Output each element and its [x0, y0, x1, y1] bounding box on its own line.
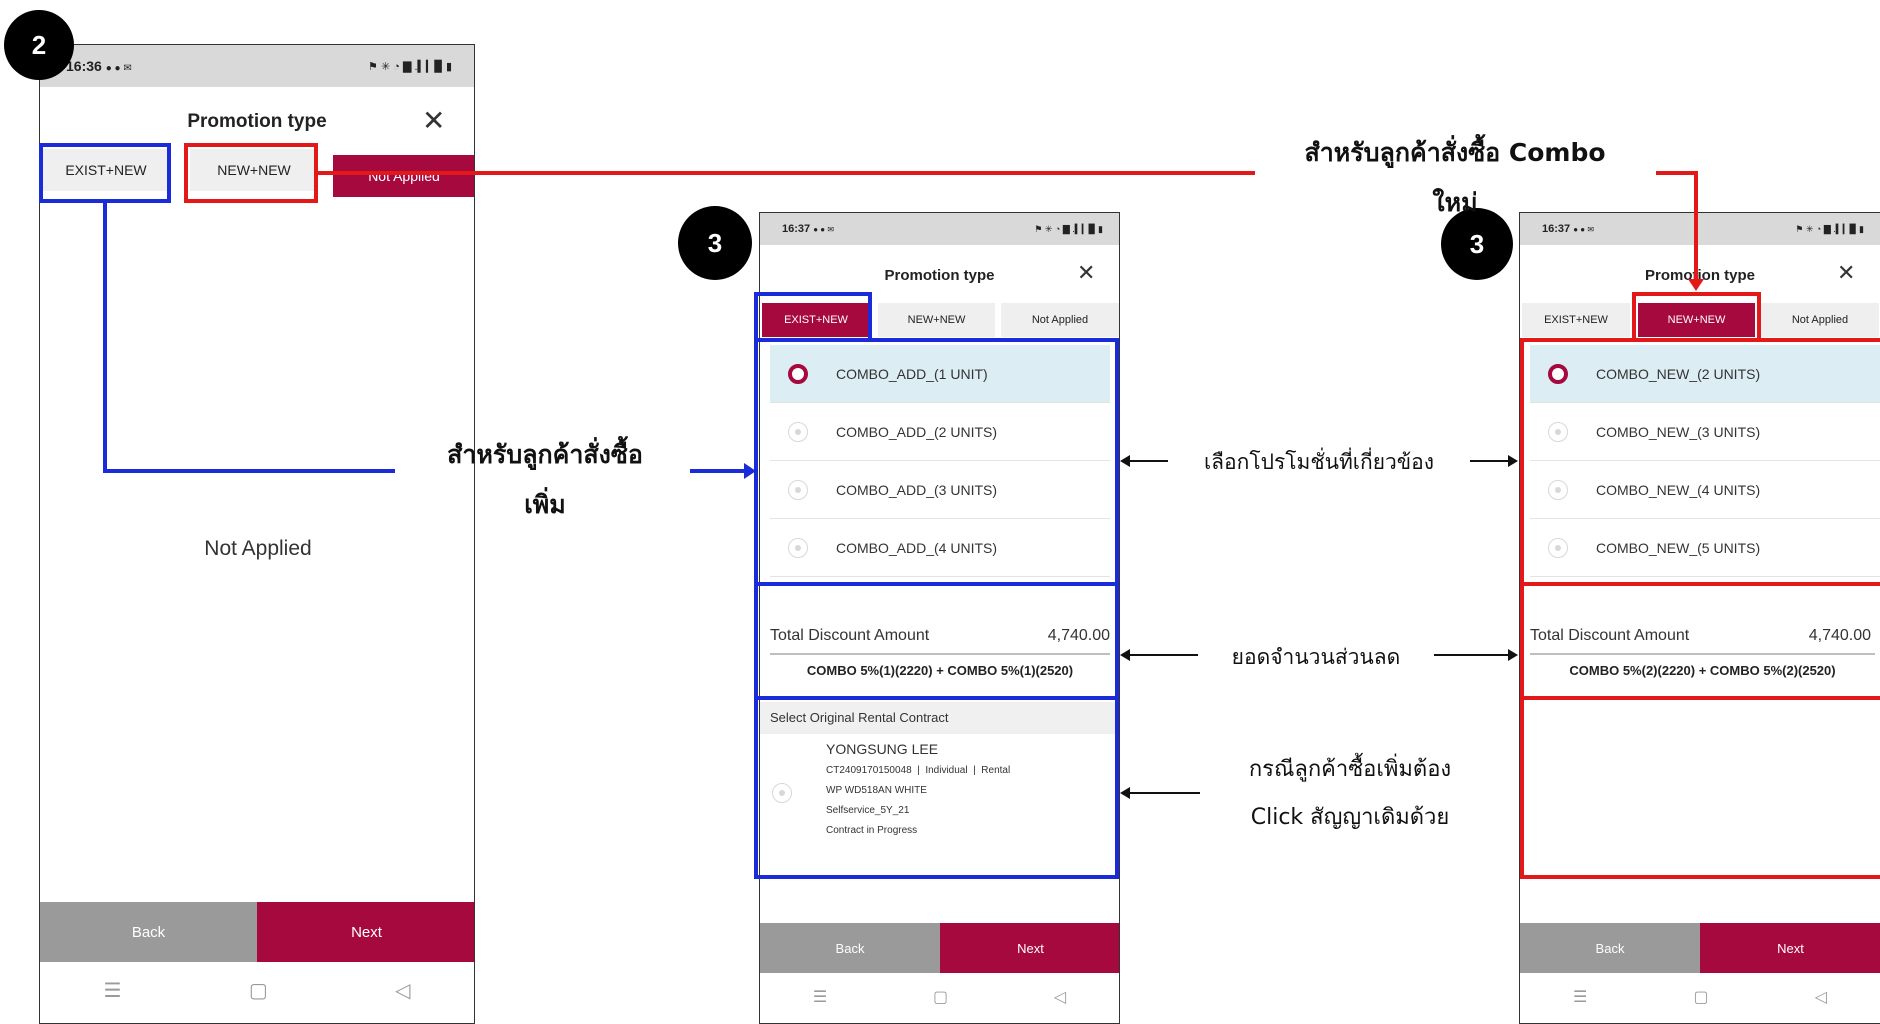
- arrow-line-select-left: [1130, 460, 1168, 462]
- annotation-new-combo-line2: ใหม่: [1432, 188, 1478, 217]
- tab-not-applied[interactable]: Not Applied: [333, 155, 474, 197]
- arrow-right-icon: [1508, 649, 1518, 661]
- annotation-new-combo-line1: สำหรับลูกค้าสั่งซื้อ Combo: [1304, 138, 1606, 167]
- tab-not-applied[interactable]: Not Applied: [1001, 303, 1119, 337]
- tab-new-new[interactable]: NEW+NEW: [878, 303, 995, 337]
- page-title: Promotion type: [884, 267, 995, 284]
- next-button[interactable]: Next: [940, 923, 1119, 973]
- arrow-head-red-icon: [1688, 279, 1704, 291]
- arrow-left-icon: [1120, 455, 1130, 467]
- status-bar: 16:36 ● ● ✉ ⚑ ✳ ◔ ▇ .▍▎▉ ▮: [40, 45, 474, 87]
- close-icon[interactable]: ✕: [1077, 263, 1095, 285]
- home-icon[interactable]: ▢: [249, 978, 268, 1002]
- tab-not-applied[interactable]: Not Applied: [1761, 303, 1879, 337]
- back-nav-icon[interactable]: ◁: [1815, 987, 1827, 1006]
- system-nav-bar: ☰ ▢ ◁: [40, 970, 474, 1010]
- connector-blue-vertical: [103, 203, 107, 473]
- connector-blue-to-3a: [690, 469, 748, 473]
- highlight-new-new-tab: [184, 143, 318, 203]
- step-badge-2: 2: [4, 10, 74, 80]
- connector-blue-horizontal: [103, 469, 395, 473]
- arrow-left-icon: [1120, 787, 1130, 799]
- status-time: 16:36: [66, 58, 102, 74]
- back-button[interactable]: Back: [40, 902, 257, 962]
- arrow-left-icon: [1120, 649, 1130, 661]
- home-icon[interactable]: ▢: [1693, 987, 1708, 1006]
- arrow-line-discount-right: [1434, 654, 1508, 656]
- connector-red-horizontal: [318, 171, 1255, 175]
- arrow-line-contract-left: [1130, 792, 1200, 794]
- annotation-click-contract-line2: Click สัญญาเดิมด้วย: [1250, 805, 1450, 830]
- annotation-select-promo: เลือกโปรโมชั่นที่เกี่ยวข้อง: [1203, 450, 1435, 474]
- arrow-line-select-right: [1470, 460, 1508, 462]
- arrow-line-discount-left: [1130, 654, 1198, 656]
- status-time: 16:37: [782, 223, 811, 235]
- highlight-discount-3a: [754, 582, 1119, 700]
- annotation-discount-total: ยอดจำนวนส่วนลด: [1231, 645, 1401, 669]
- highlight-promo-list-3b: [1520, 338, 1880, 586]
- annotation-add-order: สำหรับลูกค้าสั่งซื้อ เพิ่ม: [400, 430, 690, 530]
- menu-icon[interactable]: ☰: [104, 978, 122, 1002]
- step-badge-3a: 3: [678, 206, 752, 280]
- home-icon[interactable]: ▢: [933, 987, 948, 1006]
- annotation-new-combo: สำหรับลูกค้าสั่งซื้อ Combo ใหม่: [1255, 128, 1655, 228]
- empty-state-text: Not Applied: [204, 537, 312, 560]
- highlight-empty-3b: [1520, 696, 1880, 879]
- tab-exist-new[interactable]: EXIST+NEW: [1522, 303, 1630, 337]
- next-button[interactable]: Next: [1700, 923, 1880, 973]
- highlight-tab-new-new-3b: [1632, 292, 1761, 342]
- connector-red-vertical: [1694, 171, 1698, 281]
- annotation-click-contract: กรณีลูกค้าซื้อเพิ่มต้อง Click สัญญาเดิมด…: [1200, 746, 1500, 842]
- back-button[interactable]: Back: [1520, 923, 1700, 973]
- highlight-promo-list-3a: [754, 338, 1119, 586]
- back-nav-icon[interactable]: ◁: [395, 978, 410, 1002]
- status-bar: 16:37 ● ● ✉ ⚑ ✳ ◔ ▇ .▍▎▉ ▮: [760, 213, 1119, 245]
- close-icon[interactable]: ✕: [422, 107, 445, 135]
- next-button[interactable]: Next: [257, 902, 474, 962]
- system-icons: ⚑ ✳ ◔ ▇ .▍▎▉ ▮: [368, 60, 452, 73]
- arrow-head-blue-icon: [744, 463, 756, 479]
- notification-icons: ● ● ✉: [813, 225, 835, 234]
- system-icons: ⚑ ✳ ◔ ▇ .▍▎▉ ▮: [1795, 223, 1864, 234]
- notification-icons: ● ● ✉: [105, 63, 132, 74]
- highlight-exist-new-tab: [39, 143, 171, 203]
- annotation-add-order-line2: เพิ่ม: [524, 490, 566, 519]
- highlight-contract-3a: [754, 696, 1119, 879]
- highlight-tab-exist-new-3a: [754, 292, 872, 342]
- system-nav-bar: ☰ ▢ ◁: [760, 979, 1119, 1013]
- annotation-click-contract-line1: กรณีลูกค้าซื้อเพิ่มต้อง: [1248, 757, 1452, 782]
- menu-icon[interactable]: ☰: [1573, 987, 1587, 1006]
- menu-icon[interactable]: ☰: [813, 987, 827, 1006]
- back-nav-icon[interactable]: ◁: [1054, 987, 1066, 1006]
- arrow-right-icon: [1508, 455, 1518, 467]
- highlight-discount-3b: [1520, 582, 1880, 700]
- annotation-add-order-line1: สำหรับลูกค้าสั่งซื้อ: [447, 440, 643, 469]
- close-icon[interactable]: ✕: [1837, 263, 1855, 285]
- system-nav-bar: ☰ ▢ ◁: [1520, 979, 1880, 1013]
- system-icons: ⚑ ✳ ◔ ▇ .▍▎▉ ▮: [1034, 223, 1103, 234]
- connector-red-horizontal-2: [1656, 171, 1698, 175]
- page-title: Promotion type: [187, 111, 327, 132]
- back-button[interactable]: Back: [760, 923, 940, 973]
